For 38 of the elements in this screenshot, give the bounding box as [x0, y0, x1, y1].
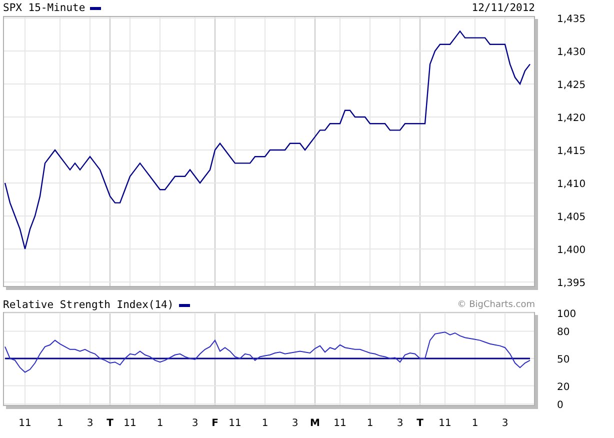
- x-tick-label: 11: [334, 418, 346, 429]
- x-tick-label: T: [416, 418, 424, 429]
- x-tick-label: F: [212, 418, 218, 429]
- x-tick-label: 1: [262, 418, 268, 429]
- x-tick-label: 3: [86, 418, 94, 429]
- y-tick-label: 80: [557, 327, 570, 338]
- x-tick-label: 3: [396, 418, 404, 429]
- x-tick-label: 11: [124, 418, 136, 429]
- y-tick-label: 1,405: [557, 212, 586, 223]
- x-tick-label: 1: [472, 418, 478, 429]
- y-tick-label: 1,435: [557, 14, 586, 25]
- chart-title: Relative Strength Index(14): [3, 299, 174, 311]
- date-label: 12/11/2012: [472, 2, 535, 14]
- x-tick-label: 3: [192, 418, 198, 429]
- legend-swatch: [178, 304, 190, 306]
- x-tick-label: 11: [438, 418, 452, 429]
- y-tick-label: 1,425: [557, 80, 586, 91]
- x-tick-label: 1: [156, 418, 164, 429]
- x-tick-label: 1: [366, 418, 374, 429]
- y-tick-label: 50: [557, 354, 570, 366]
- y-tick-label: 1,430: [557, 47, 586, 58]
- y-tick-label: 1,395: [557, 278, 586, 289]
- y-tick-label: 1,420: [557, 113, 586, 124]
- x-tick-label: 11: [18, 418, 32, 429]
- y-tick-label: 1,400: [557, 245, 586, 256]
- x-tick-label: 3: [292, 418, 298, 429]
- y-tick-label: 100: [557, 309, 576, 320]
- x-tick-label: 1: [56, 418, 64, 429]
- y-tick-label: 1,410: [557, 179, 586, 190]
- credit-text: © BigCharts.com: [457, 300, 535, 310]
- x-tick-label: 11: [228, 418, 242, 429]
- y-tick-label: 1,415: [557, 146, 586, 157]
- y-tick-label: 0: [557, 400, 564, 411]
- x-tick-label: T: [106, 418, 114, 429]
- chart-title: SPX 15-Minute: [3, 2, 86, 14]
- x-tick-label: M: [310, 418, 320, 429]
- x-tick-label: 3: [502, 418, 508, 429]
- y-tick-label: 20: [557, 382, 570, 393]
